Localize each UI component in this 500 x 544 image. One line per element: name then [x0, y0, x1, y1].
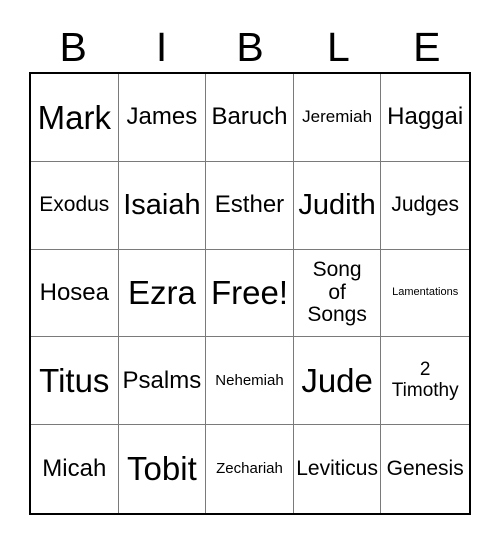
bingo-cell-label: Zechariah [216, 460, 283, 477]
bingo-cell-label: Ezra [127, 274, 196, 312]
bingo-cell-r4c1[interactable]: Titus [31, 337, 119, 426]
bingo-cell-r2c4[interactable]: Judith [293, 161, 382, 250]
bingo-cell-r3c5[interactable]: Lamentations [381, 249, 469, 338]
bingo-cell-r4c5[interactable]: 2 Timothy [381, 337, 469, 426]
bingo-header-letters: B I B L E [29, 22, 471, 72]
bingo-cell-r5c5[interactable]: Genesis [381, 425, 469, 513]
bingo-cell-r2c3[interactable]: Esther [206, 161, 294, 250]
bingo-cell-r1c1[interactable]: Mark [31, 74, 119, 162]
bingo-cell-r2c1[interactable]: Exodus [31, 161, 119, 250]
bingo-cell-label: Psalms [122, 366, 202, 394]
bingo-cell-label: Exodus [39, 192, 110, 216]
bingo-cell-label: Tobit [127, 450, 197, 488]
bingo-cell-r1c5[interactable]: Haggai [381, 74, 469, 162]
bingo-cell-label: Genesis [386, 456, 464, 480]
bingo-cell-r5c1[interactable]: Micah [31, 425, 119, 513]
bingo-cell-r2c5[interactable]: Judges [381, 161, 469, 250]
bingo-cell-r3c2[interactable]: Ezra [118, 249, 207, 338]
bingo-cell-label: Isaiah [123, 188, 201, 221]
bingo-cell-label: Judith [298, 188, 376, 221]
header-letter-1: B [59, 23, 87, 70]
bingo-cell-r5c2[interactable]: Tobit [118, 425, 207, 513]
bingo-cell-label: 2 Timothy [391, 359, 459, 401]
bingo-cell-r3c1[interactable]: Hosea [31, 249, 119, 338]
header-letter-2: I [155, 23, 168, 70]
bingo-cell-r1c3[interactable]: Baruch [206, 74, 294, 162]
free-space-label: Free! [210, 274, 288, 312]
bingo-cell-r3c4[interactable]: Song of Songs [293, 249, 382, 338]
bingo-cell-label: Judges [391, 192, 460, 216]
header-letter-3: B [236, 23, 264, 70]
bingo-cell-label: Micah [42, 455, 107, 483]
bingo-cell-label: Esther [214, 191, 285, 219]
bingo-cell-r1c4[interactable]: Jeremiah [293, 74, 382, 162]
bingo-cell-r1c2[interactable]: James [118, 74, 207, 162]
bingo-cell-r4c4[interactable]: Jude [293, 337, 382, 426]
bingo-cell-r4c3[interactable]: Nehemiah [206, 337, 294, 426]
bingo-card: B I B L E Mark James Baruch Jeremiah Hag… [0, 0, 500, 544]
bingo-cell-free-space[interactable]: Free! [206, 249, 294, 338]
header-letter-4: L [327, 23, 350, 70]
bingo-cell-label: Titus [39, 361, 110, 399]
bingo-cell-label: Mark [37, 98, 111, 136]
bingo-cell-label: James [126, 103, 198, 131]
bingo-grid: Mark James Baruch Jeremiah Haggai Exodus… [29, 72, 471, 515]
bingo-cell-label: Leviticus [296, 456, 378, 480]
bingo-cell-r4c2[interactable]: Psalms [118, 337, 207, 426]
bingo-cell-r2c2[interactable]: Isaiah [118, 161, 207, 250]
bingo-cell-label: Jude [301, 361, 373, 399]
bingo-cell-label: Jeremiah [302, 107, 373, 127]
bingo-cell-label: Lamentations [392, 286, 459, 299]
bingo-cell-label: Hosea [39, 279, 109, 307]
bingo-cell-label: Haggai [387, 103, 464, 131]
bingo-cell-r5c3[interactable]: Zechariah [206, 425, 294, 513]
bingo-cell-label: Baruch [211, 103, 288, 131]
bingo-cell-label: Nehemiah [215, 371, 284, 389]
bingo-cell-r5c4[interactable]: Leviticus [293, 425, 382, 513]
bingo-cell-label: Song of Songs [307, 257, 367, 327]
header-letter-5: E [413, 23, 441, 70]
